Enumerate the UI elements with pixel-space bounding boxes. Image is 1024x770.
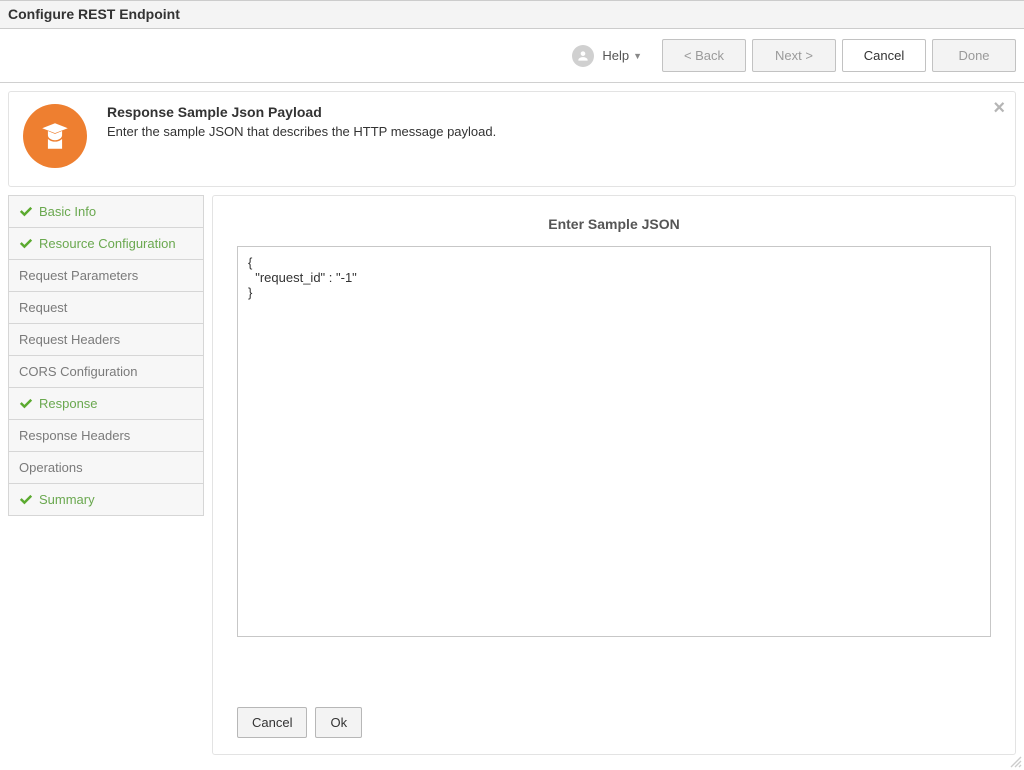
sidebar-item-label: Operations <box>19 460 83 475</box>
sidebar-item-label: Basic Info <box>39 204 96 219</box>
help-dropdown[interactable]: Help ▼ <box>602 48 642 63</box>
sidebar-item-basic-info[interactable]: Basic Info <box>8 195 204 228</box>
sidebar-item-operations[interactable]: Operations <box>8 452 204 484</box>
cancel-button[interactable]: Cancel <box>842 39 926 72</box>
wizard-toolbar: Help ▼ < Back Next > Cancel Done <box>0 29 1024 83</box>
section-title: Enter Sample JSON <box>237 216 991 232</box>
sidebar-item-label: CORS Configuration <box>19 364 138 379</box>
dialog-cancel-button[interactable]: Cancel <box>237 707 307 738</box>
sidebar-item-summary[interactable]: Summary <box>8 484 204 516</box>
sidebar-item-label: Request Headers <box>19 332 120 347</box>
page-header: Response Sample Json Payload Enter the s… <box>8 91 1016 187</box>
window-title: Configure REST Endpoint <box>0 0 1024 29</box>
user-icon <box>572 45 594 67</box>
sidebar-item-label: Response Headers <box>19 428 130 443</box>
sidebar-item-response[interactable]: Response <box>8 388 204 420</box>
sample-json-input[interactable] <box>237 246 991 637</box>
dialog-ok-button[interactable]: Ok <box>315 707 362 738</box>
sidebar-item-request-parameters[interactable]: Request Parameters <box>8 260 204 292</box>
help-region: Help ▼ <box>572 45 642 67</box>
check-icon <box>19 237 33 251</box>
chevron-down-icon: ▼ <box>633 51 642 61</box>
done-button[interactable]: Done <box>932 39 1016 72</box>
wizard-steps-sidebar: Basic Info Resource Configuration Request … <box>8 195 204 755</box>
page-subtitle: Enter the sample JSON that describes the… <box>107 124 496 139</box>
header-text: Response Sample Json Payload Enter the s… <box>107 104 496 139</box>
check-icon <box>19 397 33 411</box>
check-icon <box>19 493 33 507</box>
sidebar-item-label: Request <box>19 300 67 315</box>
sidebar-item-response-headers[interactable]: Response Headers <box>8 420 204 452</box>
graduate-icon <box>23 104 87 168</box>
sidebar-item-label: Response <box>39 396 98 411</box>
back-button[interactable]: < Back <box>662 39 746 72</box>
sidebar-item-cors-configuration[interactable]: CORS Configuration <box>8 356 204 388</box>
sidebar-item-label: Request Parameters <box>19 268 138 283</box>
sidebar-item-request[interactable]: Request <box>8 292 204 324</box>
sidebar-item-label: Resource Configuration <box>39 236 176 251</box>
resize-grip-icon[interactable] <box>1008 754 1022 768</box>
dialog-footer: Cancel Ok <box>237 707 991 738</box>
main-panel: Enter Sample JSON Cancel Ok <box>212 195 1016 755</box>
help-label: Help <box>602 48 629 63</box>
page-title: Response Sample Json Payload <box>107 104 496 120</box>
next-button[interactable]: Next > <box>752 39 836 72</box>
check-icon <box>19 205 33 219</box>
close-icon[interactable]: × <box>993 98 1005 118</box>
sidebar-item-resource-configuration[interactable]: Resource Configuration <box>8 228 204 260</box>
sidebar-item-request-headers[interactable]: Request Headers <box>8 324 204 356</box>
sidebar-item-label: Summary <box>39 492 95 507</box>
